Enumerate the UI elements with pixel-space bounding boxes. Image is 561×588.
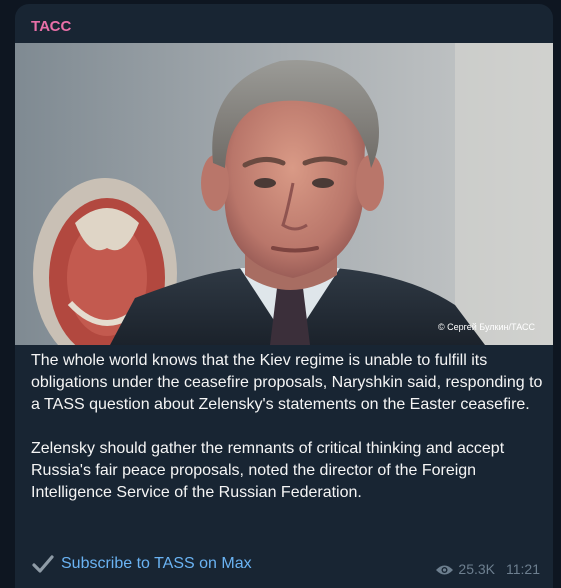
chat-background: ТАСС © Сергей Булкин/ТАСС The whole worl… [0,0,561,588]
view-count: 25.3K [458,561,495,577]
paragraph-1: The whole world knows that the Kiev regi… [31,352,543,413]
message-time: 11:21 [506,561,540,577]
post-photo[interactable]: © Сергей Булкин/ТАСС [15,43,553,345]
photo-credit: © Сергей Булкин/ТАСС [438,322,535,332]
post-text: The whole world knows that the Kiev regi… [31,350,543,504]
channel-name[interactable]: ТАСС [31,17,71,37]
check-icon [31,554,55,574]
message-meta: 25.3K 11:21 [435,561,540,577]
subscribe-label[interactable]: Subscribe to TASS on Max [61,555,252,573]
portrait-image [15,43,553,345]
subscribe-link[interactable]: Subscribe to TASS on Max [31,554,252,574]
message-bubble[interactable]: ТАСС © Сергей Булкин/ТАСС The whole worl… [15,4,553,588]
paragraph-2: Zelensky should gather the remnants of c… [31,440,505,501]
eye-icon [435,563,454,575]
